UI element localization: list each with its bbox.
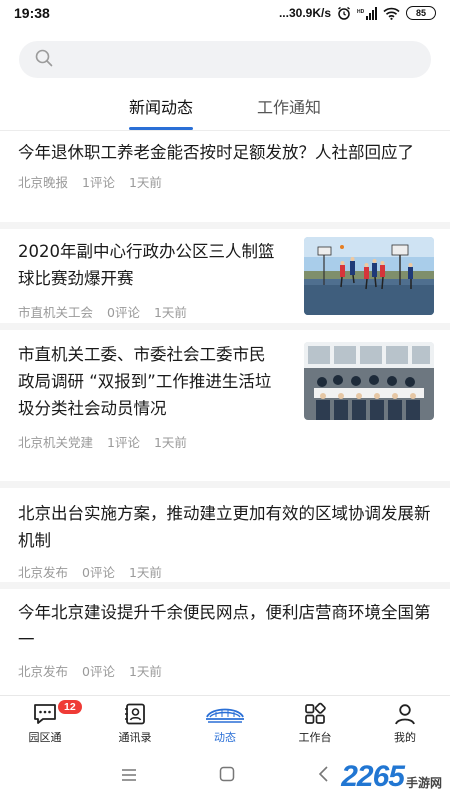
contacts-icon [123,701,147,727]
news-meta: 北京机关党建 1评论 1天前 [18,432,434,451]
bottom-nav: 12 园区通 通讯录 动态 工作台 我的 [0,695,450,751]
news-item[interactable]: 今年北京建设提升千余便民网点，便利店营商环境全国第一 北京发布 0评论 1天前 [0,589,450,695]
nav-park-label: 园区通 [28,731,62,744]
tab-news[interactable]: 新闻动态 [128,88,194,130]
nav-me-label: 我的 [394,731,416,744]
network-speed: ...30.9K/s [278,6,331,20]
nav-park[interactable]: 12 园区通 [0,696,90,751]
news-source: 北京晚报 [18,175,69,190]
grid-icon [303,701,327,727]
watermark-number: 2265 [341,760,405,793]
news-time: 1天前 [128,175,162,190]
news-comments: 0评论 [107,305,140,320]
wifi-icon [383,7,400,20]
news-source: 北京发布 [18,565,69,580]
signal-icon: HD [357,6,377,20]
tab-work-notice-label: 工作通知 [257,98,322,117]
news-time: 1天前 [153,305,187,320]
status-bar: 19:38 ...30.9K/s HD 85 [0,0,450,26]
news-time: 1天前 [128,664,162,679]
search-bar[interactable] [19,41,431,78]
back-icon[interactable] [317,765,329,786]
tab-news-label: 新闻动态 [128,98,193,117]
news-item[interactable]: 市直机关工委、市委社会工委市民政局调研 “双报到”工作推进生活垃圾分类社会动员情… [0,330,450,488]
news-comments: 0评论 [82,565,115,580]
nav-me[interactable]: 我的 [360,696,450,751]
news-source: 北京发布 [18,664,69,679]
news-title: 今年退休职工养老金能否按时足额发放？人社部回应了 [18,143,414,162]
status-icons: ...30.9K/s HD 85 [279,6,436,20]
news-item[interactable]: 北京出台实施方案，推动建立更加有效的区域协调发展新机制 北京发布 0评论 1天前 [0,488,450,589]
menu-icon[interactable] [121,766,137,785]
news-item[interactable]: 2020年副中心行政办公区三人制篮球比赛劲爆开赛 市直机关工会 0评论 1天前 [0,229,450,330]
alarm-icon [337,6,351,20]
person-icon [393,701,417,727]
home-icon[interactable] [219,766,235,786]
news-comments: 0评论 [82,664,115,679]
nav-news-label: 动态 [214,731,236,744]
battery-icon: 85 [406,6,436,20]
news-thumbnail-basketball[interactable] [304,237,434,315]
watermark-text: 手游网 [405,775,442,790]
news-meta: 北京发布 0评论 1天前 [18,661,434,680]
news-title: 今年北京建设提升千余便民网点，便利店营商环境全国第一 [18,603,431,649]
news-meta: 北京发布 0评论 1天前 [18,562,434,581]
news-item[interactable]: 今年退休职工养老金能否按时足额发放？人社部回应了 北京晚报 1评论 1天前 [0,131,450,229]
news-source: 北京机关党建 [18,435,94,450]
search-input[interactable] [53,41,431,78]
news-title: 北京出台实施方案，推动建立更加有效的区域协调发展新机制 [18,504,431,550]
news-meta: 北京晚报 1评论 1天前 [18,172,434,191]
news-comments: 1评论 [107,435,140,450]
stadium-icon [204,701,246,727]
tab-bar: 新闻动态 工作通知 [0,88,450,130]
search-icon [35,49,53,71]
news-time: 1天前 [128,565,162,580]
nav-news[interactable]: 动态 [180,696,270,751]
news-title: 市直机关工委、市委社会工委市民政局调研 “双报到”工作推进生活垃圾分类社会动员情… [18,345,272,418]
news-list[interactable]: 今年退休职工养老金能否按时足额发放？人社部回应了 北京晚报 1评论 1天前 20… [0,131,450,695]
news-title: 2020年副中心行政办公区三人制篮球比赛劲爆开赛 [18,242,275,288]
svg-text:HD: HD [357,9,365,15]
news-thumbnail-meeting[interactable] [304,342,434,420]
notification-badge: 12 [58,700,82,714]
nav-contacts[interactable]: 通讯录 [90,696,180,751]
status-time: 19:38 [14,5,50,21]
news-time: 1天前 [153,435,187,450]
watermark-logo: 2265 手游网 [341,760,442,794]
tab-work-notice[interactable]: 工作通知 [257,88,321,130]
news-source: 市直机关工会 [18,305,94,320]
nav-contacts-label: 通讯录 [118,731,152,744]
nav-workbench-label: 工作台 [298,731,332,744]
chat-icon [32,701,58,727]
nav-workbench[interactable]: 工作台 [270,696,360,751]
news-comments: 1评论 [82,175,115,190]
